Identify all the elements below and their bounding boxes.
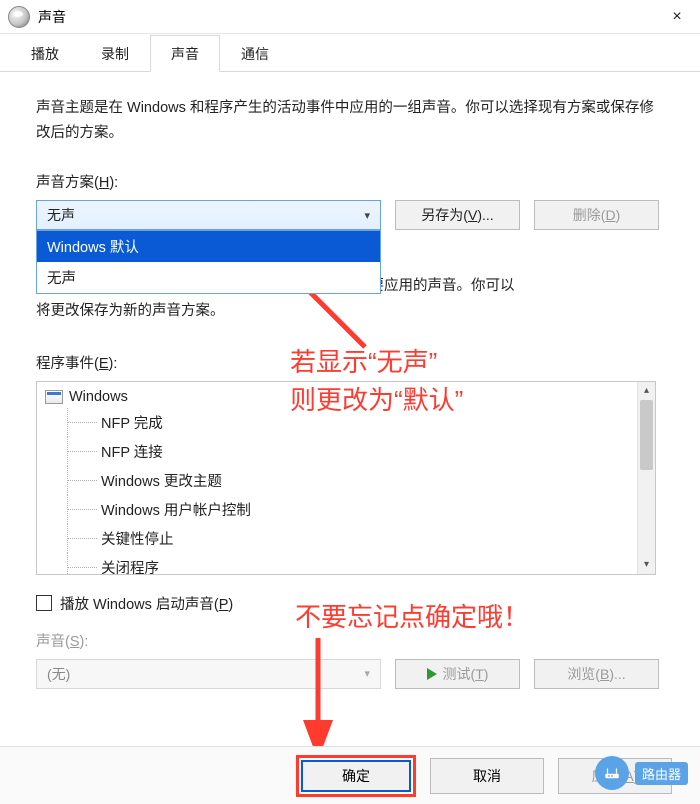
play-startup-row: 播放 Windows 启动声音(P) (36, 593, 664, 614)
delete-button: 删除(D) (534, 200, 659, 230)
watermark: 路由器 (595, 756, 688, 790)
tree-root[interactable]: Windows (43, 386, 655, 408)
play-icon (427, 668, 437, 680)
tree-root-label: Windows (69, 389, 128, 405)
event-item[interactable]: 关闭程序 (43, 553, 655, 575)
event-item[interactable]: Windows 用户帐户控制 (43, 495, 655, 524)
scheme-combobox[interactable]: 无声 ▾ (36, 200, 381, 230)
window-title: 声音 (38, 7, 66, 27)
chevron-down-icon: ▾ (364, 209, 370, 222)
tab-strip: 播放 录制 声音 通信 (0, 34, 700, 72)
chevron-down-icon: ▾ (364, 667, 370, 680)
tab-playback[interactable]: 播放 (10, 35, 80, 72)
sound-app-icon (8, 6, 30, 28)
router-icon (595, 756, 629, 790)
event-item[interactable]: NFP 完成 (43, 408, 655, 437)
tab-sounds[interactable]: 声音 (150, 35, 220, 72)
ok-button[interactable]: 确定 (301, 760, 411, 792)
save-as-button[interactable]: 另存为(V)... (395, 200, 520, 230)
scroll-up-icon[interactable]: ▴ (638, 382, 655, 400)
cancel-button[interactable]: 取消 (430, 758, 544, 794)
event-item[interactable]: Windows 更改主题 (43, 466, 655, 495)
program-events-listbox[interactable]: Windows NFP 完成 NFP 连接 Windows 更改主题 Windo… (36, 381, 656, 575)
sound-combobox: (无) ▾ (36, 659, 381, 689)
tab-content: 声音主题是在 Windows 和程序产生的活动事件中应用的一组声音。你可以选择现… (0, 72, 700, 701)
scheme-combo-wrap: 无声 ▾ Windows 默认 无声 (36, 200, 381, 230)
scrollbar[interactable]: ▴ ▾ (637, 382, 655, 574)
play-startup-label: 播放 Windows 启动声音(P) (60, 593, 233, 614)
watermark-text: 路由器 (635, 762, 688, 785)
event-item[interactable]: NFP 连接 (43, 437, 655, 466)
close-button[interactable]: × (654, 0, 700, 34)
tab-recording[interactable]: 录制 (80, 35, 150, 72)
sound-value: (无) (47, 664, 70, 684)
scroll-thumb[interactable] (640, 400, 653, 470)
titlebar: 声音 × (0, 0, 700, 34)
description-text: 声音主题是在 Windows 和程序产生的活动事件中应用的一组声音。你可以选择现… (36, 96, 664, 145)
scroll-down-icon[interactable]: ▾ (638, 556, 655, 574)
scheme-option-silent[interactable]: 无声 (37, 262, 380, 293)
scheme-option-default[interactable]: Windows 默认 (37, 231, 380, 262)
event-item[interactable]: 关键性停止 (43, 524, 655, 553)
sound-label: 声音(S): (36, 630, 664, 651)
ok-highlight: 确定 (296, 755, 416, 797)
test-button: 测试(T) (395, 659, 520, 689)
scheme-label: 声音方案(H): (36, 171, 664, 192)
play-startup-checkbox[interactable] (36, 595, 52, 611)
scheme-dropdown: Windows 默认 无声 (36, 230, 381, 294)
events-label: 程序事件(E): (36, 352, 664, 373)
tab-communications[interactable]: 通信 (220, 35, 290, 72)
windows-icon (45, 390, 63, 404)
scheme-value: 无声 (47, 205, 75, 225)
browse-button: 浏览(B)... (534, 659, 659, 689)
